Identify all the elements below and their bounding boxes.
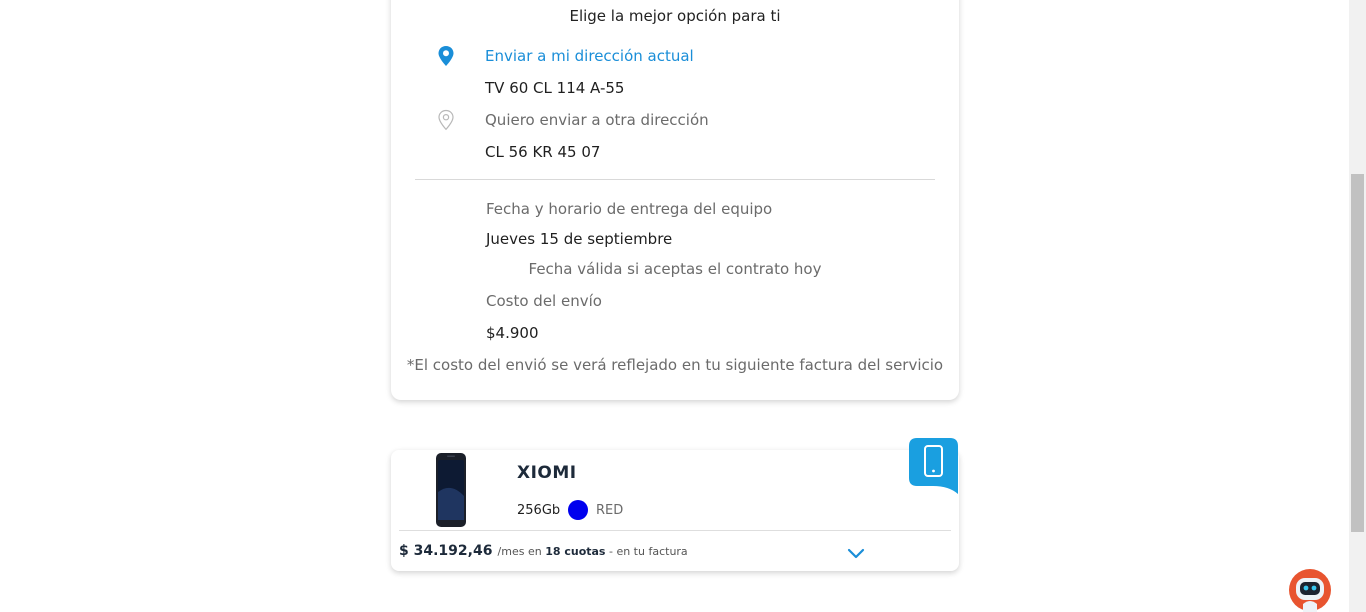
product-storage: 256Gb (517, 503, 561, 518)
installments-count: 18 cuotas (545, 545, 606, 558)
delivery-date-note: Fecha válida si aceptas el contrato hoy (528, 260, 822, 278)
map-pin-outline-icon (438, 109, 454, 131)
current-address-value: TV 60 CL 114 A-55 (485, 79, 625, 97)
smartphone-icon (909, 438, 958, 494)
delivery-date-value: Jueves 15 de septiembre (486, 230, 673, 248)
other-address-value: CL 56 KR 45 07 (485, 143, 601, 161)
delivery-card: Elige la mejor opción para ti Enviar a m… (391, 0, 959, 400)
product-color-swatch (568, 500, 588, 520)
option-other-address[interactable]: Quiero enviar a otra dirección (435, 108, 835, 132)
option-current-address[interactable]: Enviar a mi dirección actual (435, 44, 835, 68)
product-name: XIOMI (517, 463, 577, 483)
option-other-address-label[interactable]: Quiero enviar a otra dirección (485, 111, 709, 129)
price-detail: /mes en 18 cuotas - en tu factura (498, 545, 688, 558)
section-divider (415, 179, 935, 180)
phone-product-image (436, 453, 466, 527)
map-pin-filled-icon (438, 46, 454, 66)
shipping-cost-value: $4.900 (486, 324, 539, 342)
price-per-label: /mes en (497, 545, 542, 558)
price-amount: $ 34.192,46 (399, 543, 493, 559)
chevron-down-icon[interactable] (846, 546, 866, 560)
delivery-heading: Elige la mejor opción para ti (569, 7, 781, 25)
product-card: XIOMI 256Gb RED $ 34.192,46 /mes en 18 c… (391, 450, 959, 571)
product-divider (399, 530, 951, 531)
shipping-cost-label: Costo del envío (486, 292, 602, 310)
price-line: $ 34.192,46 /mes en 18 cuotas - en tu fa… (399, 540, 688, 559)
option-current-address-label[interactable]: Enviar a mi dirección actual (485, 47, 694, 65)
product-color-name: RED (596, 503, 624, 518)
scrollbar-thumb[interactable] (1351, 174, 1364, 532)
delivery-date-label: Fecha y horario de entrega del equipo (486, 200, 773, 218)
price-suffix: - en tu factura (608, 545, 688, 558)
shipping-cost-note: *El costo del envió se verá reflejado en… (406, 356, 944, 374)
scrollbar[interactable] (1349, 0, 1366, 612)
robot-assistant-icon[interactable] (1288, 568, 1332, 612)
